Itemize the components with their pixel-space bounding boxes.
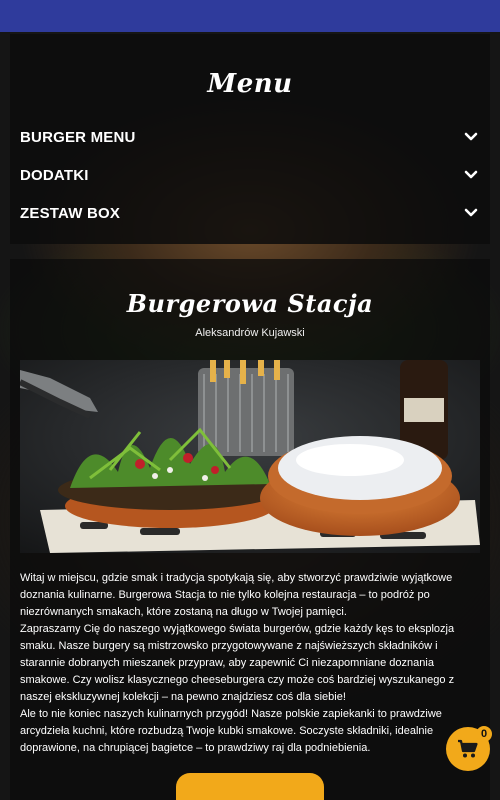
restaurant-description: Witaj w miejscu, gdzie smak i tradycja s… [20,570,480,757]
chevron-down-icon [464,170,478,179]
restaurant-name: Burgerowa Stacja [126,289,374,318]
burger-photo [20,360,480,553]
cart-count-badge: 0 [476,726,492,742]
chevron-down-icon [464,208,478,217]
menu-panel: Menu BURGER MENU DODATKI ZESTAW BOX [10,34,490,244]
menu-item-zestaw-box[interactable]: ZESTAW BOX [20,194,480,232]
chevron-down-icon [464,132,478,141]
description-paragraph: Zapraszamy Cię do naszego wyjątkowego św… [20,623,455,703]
burger-photo-illustration [20,360,480,553]
restaurant-info-card: Burgerowa Stacja Aleksandrów Kujawski Wi… [10,259,490,800]
cart-button[interactable]: 0 [446,726,492,771]
call-to-action-button[interactable] [176,773,324,800]
menu-item-burger-menu[interactable]: BURGER MENU [20,118,480,156]
menu-item-label: BURGER MENU [20,128,136,146]
menu-list: BURGER MENU DODATKI ZESTAW BOX [10,118,490,232]
menu-item-label: ZESTAW BOX [20,204,121,222]
restaurant-location: Aleksandrów Kujawski [195,327,305,339]
menu-item-dodatki[interactable]: DODATKI [20,156,480,194]
description-paragraph: Ale to nie koniec naszych kulinarnych pr… [20,708,442,754]
menu-title: Menu [207,69,293,99]
menu-item-label: DODATKI [20,166,89,184]
shopping-cart-icon [458,739,478,758]
description-paragraph: Witaj w miejscu, gdzie smak i tradycja s… [20,572,453,618]
top-header-bar [0,0,500,32]
